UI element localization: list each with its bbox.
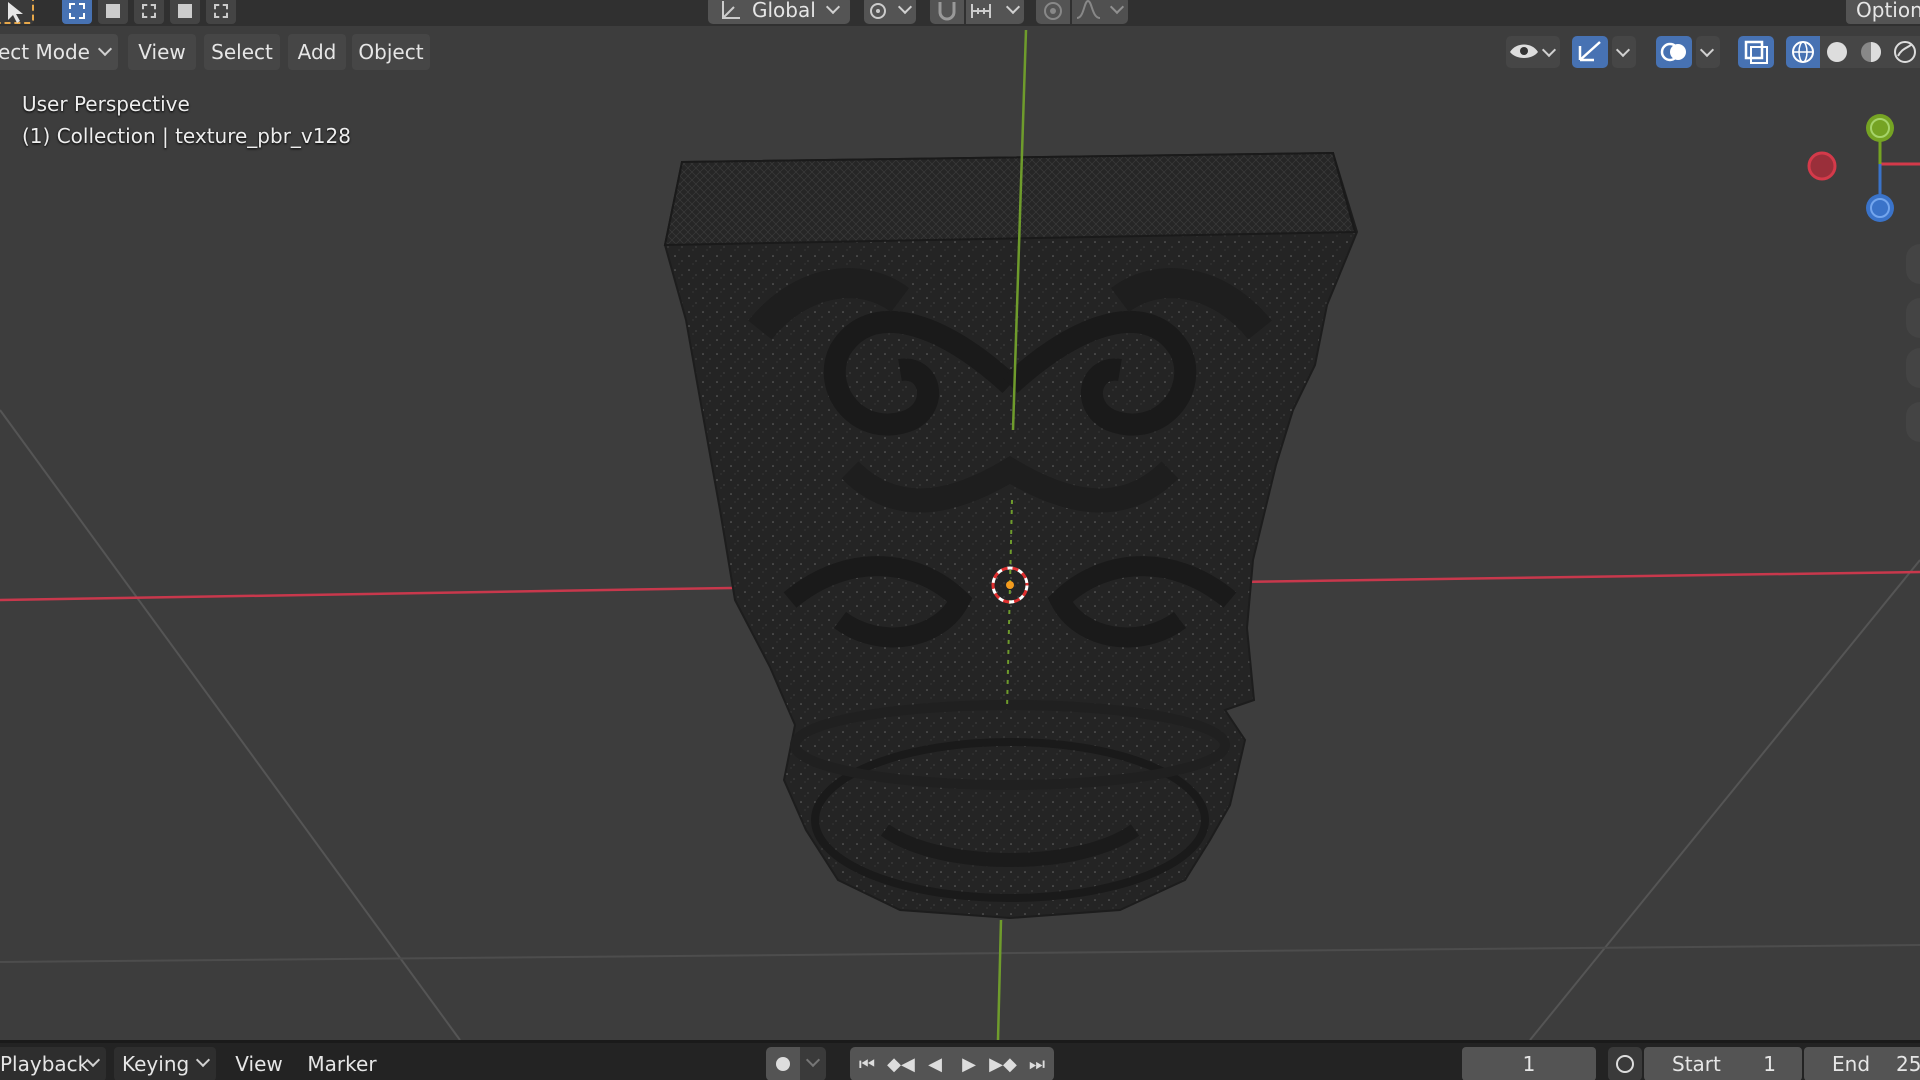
eye-icon: [1510, 44, 1538, 58]
play-icon: ▶: [962, 1053, 976, 1075]
menu-object-label: Object: [358, 40, 424, 64]
gizmo-dropdown[interactable]: [1612, 36, 1636, 68]
play-reverse-button[interactable]: ◀: [918, 1047, 952, 1080]
jump-to-keyframe-forward-button[interactable]: ▶◆: [986, 1047, 1020, 1080]
playback-label: Playback: [0, 1052, 90, 1076]
grid-line: [0, 409, 461, 1041]
chevron-down-icon: [97, 41, 113, 57]
start-value: 1: [1763, 1052, 1776, 1076]
shading-material-button[interactable]: [1854, 36, 1888, 68]
zoom-view-button[interactable]: [1906, 244, 1920, 284]
timeline-view-menu[interactable]: View: [226, 1047, 292, 1080]
use-preview-range-button[interactable]: [1608, 1047, 1642, 1080]
timeline-view-label: View: [235, 1052, 283, 1076]
auto-keying-button[interactable]: [766, 1047, 800, 1080]
menu-add[interactable]: Add: [288, 34, 346, 70]
chevron-down-icon: [805, 1052, 821, 1068]
chevron-down-icon: [1541, 42, 1557, 58]
navigation-gizmo[interactable]: [1800, 104, 1920, 234]
overlays-dropdown[interactable]: [1696, 36, 1720, 68]
menu-add-label: Add: [297, 40, 337, 64]
jump-start-icon: ⏮: [858, 1053, 876, 1075]
menu-select[interactable]: Select: [204, 34, 280, 70]
xray-toggle-button[interactable]: [1738, 36, 1774, 68]
pan-view-button[interactable]: [1906, 298, 1920, 338]
interaction-mode-label: Object Mode: [0, 40, 90, 64]
mesh-object[interactable]: [663, 151, 1359, 920]
jump-to-keyframe-back-button[interactable]: ◆◀: [884, 1047, 918, 1080]
marker-menu[interactable]: Marker: [300, 1047, 384, 1080]
keyframe-next-icon: ▶◆: [989, 1053, 1017, 1075]
gizmo-neg-x-handle[interactable]: [1807, 151, 1837, 181]
overlays-icon: [1660, 42, 1686, 62]
keying-label: Keying: [122, 1052, 190, 1076]
menu-view-label: View: [138, 40, 186, 64]
end-label: End: [1832, 1052, 1871, 1076]
playback-menu[interactable]: Playback: [0, 1047, 106, 1080]
x-axis-line: [1234, 570, 1920, 584]
material-shading-icon: [1861, 42, 1881, 62]
end-value: 250: [1896, 1052, 1920, 1076]
jump-end-icon: ⏭: [1028, 1053, 1046, 1075]
stopwatch-icon: [1616, 1055, 1634, 1073]
perspective-toggle-button[interactable]: [1906, 402, 1920, 442]
shading-wireframe-button[interactable]: [1786, 36, 1820, 68]
overlays-toggle-button[interactable]: [1656, 36, 1692, 68]
grid-line: [1529, 559, 1920, 1041]
start-frame-field[interactable]: Start 1: [1644, 1047, 1802, 1080]
viewport-3d[interactable]: [0, 0, 1920, 1080]
keyframe-prev-icon: ◆◀: [887, 1053, 915, 1075]
view-perspective-label: User Perspective: [22, 92, 190, 116]
menu-object[interactable]: Object: [352, 34, 430, 70]
visibility-dropdown[interactable]: [1506, 36, 1560, 68]
solid-shading-icon: [1827, 42, 1847, 62]
y-axis-line: [996, 919, 1003, 1041]
end-frame-field[interactable]: End 250: [1804, 1047, 1920, 1080]
gizmo-toggle-button[interactable]: [1572, 36, 1608, 68]
play-reverse-icon: ◀: [928, 1053, 942, 1075]
chevron-down-icon: [195, 1052, 211, 1068]
menu-select-label: Select: [211, 40, 273, 64]
start-label: Start: [1672, 1052, 1721, 1076]
collection-object-label: (1) Collection | texture_pbr_v128: [22, 124, 351, 148]
keying-dropdown[interactable]: [800, 1047, 826, 1080]
current-frame-value: 1: [1522, 1052, 1536, 1076]
timeline-header: Playback Keying View Marker ⏮ ◆◀ ◀ ▶ ▶◆ …: [0, 1040, 1920, 1080]
grid-line: [0, 944, 1920, 963]
interaction-mode-dropdown[interactable]: Object Mode: [0, 34, 118, 70]
x-axis-line: [0, 585, 791, 602]
camera-view-button[interactable]: [1906, 348, 1920, 388]
play-button[interactable]: ▶: [952, 1047, 986, 1080]
shading-solid-button[interactable]: [1820, 36, 1854, 68]
rendered-shading-icon: [1894, 41, 1916, 63]
record-icon: [776, 1057, 790, 1071]
jump-to-end-button[interactable]: ⏭: [1020, 1047, 1054, 1080]
chevron-down-icon: [1615, 42, 1631, 58]
jump-to-start-button[interactable]: ⏮: [850, 1047, 884, 1080]
xray-icon: [1744, 40, 1768, 64]
gizmo-icon: [1578, 41, 1601, 62]
keying-menu[interactable]: Keying: [114, 1047, 216, 1080]
chevron-down-icon: [1699, 42, 1715, 58]
marker-label: Marker: [307, 1052, 377, 1076]
shading-rendered-button[interactable]: [1888, 36, 1920, 68]
menu-view[interactable]: View: [128, 34, 196, 70]
current-frame-field[interactable]: 1: [1462, 1047, 1596, 1080]
wireframe-shading-icon: [1792, 41, 1814, 63]
